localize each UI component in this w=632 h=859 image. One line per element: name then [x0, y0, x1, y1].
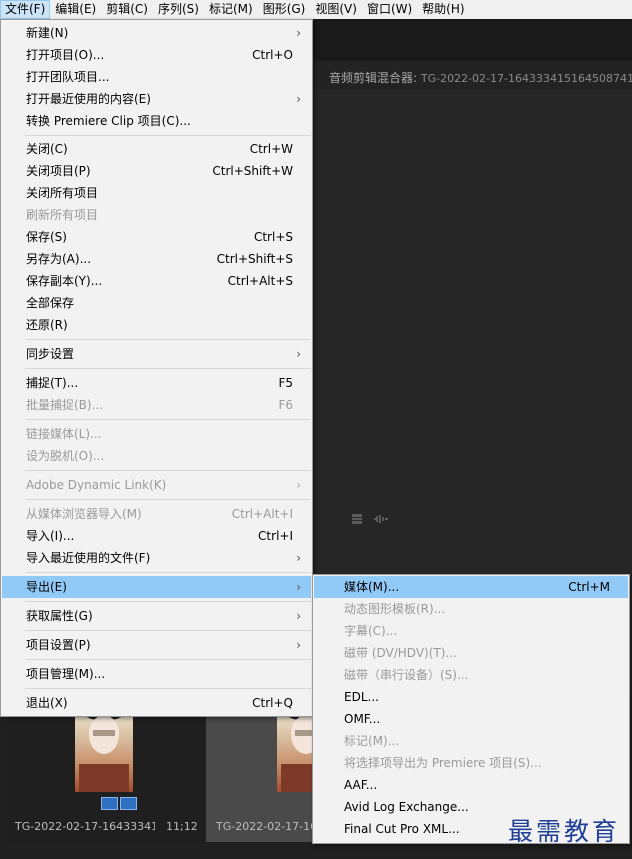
menu-item-import[interactable]: 导入(I)... Ctrl+I: [2, 525, 311, 547]
export-item-tape-serial: 磁带（串行设备）(S)...: [344, 668, 469, 682]
menu-separator: [25, 135, 311, 136]
menu-item-dynamic-link: Adobe Dynamic Link(K) ›: [2, 474, 311, 496]
mixer-title-label: 音频剪辑混合器:: [329, 71, 418, 85]
chevron-right-icon: ›: [296, 347, 301, 361]
menu-item-close-project[interactable]: 关闭项目(P) Ctrl+Shift+W: [2, 160, 311, 182]
mixer-sequence-name: TG-2022-02-17-164333415164508741430: [420, 72, 632, 85]
audio-badge-icon: [120, 797, 137, 810]
menu-item-revert[interactable]: 还原(R): [2, 314, 311, 336]
menu-separator: [25, 572, 311, 573]
menu-separator: [25, 601, 311, 602]
chevron-right-icon: ›: [296, 92, 301, 106]
clip-1-name: TG-2022-02-17-164333415...: [15, 820, 155, 833]
chevron-right-icon: ›: [296, 478, 301, 492]
menu-separator: [25, 339, 311, 340]
clip-1-duration: 11;12: [166, 820, 198, 833]
menu-item-open-project[interactable]: 打开项目(O)... Ctrl+O: [2, 44, 311, 66]
menu-item-batch-capture: 批量捕捉(B)... F6: [26, 398, 293, 412]
menu-separator: [25, 499, 311, 500]
clip-2-name: TG-2022-02-17-164: [216, 820, 312, 833]
export-item-omf[interactable]: OMF...: [314, 708, 628, 730]
menu-item-convert-clip[interactable]: 转换 Premiere Clip 项目(C)...: [2, 110, 311, 132]
export-submenu: 媒体(M)... Ctrl+M 动态图形模板(R)... 字幕(C)... 磁带 …: [312, 574, 630, 844]
menu-item-import-recent[interactable]: 导入最近使用的文件(F) ›: [2, 547, 311, 569]
menu-separator: [25, 368, 311, 369]
menu-item-exit[interactable]: 退出(X) Ctrl+Q: [2, 692, 311, 714]
waveform-icon[interactable]: [373, 513, 389, 525]
export-item-aaf[interactable]: AAF...: [314, 774, 628, 796]
panel-top-strip: [313, 19, 632, 61]
export-item-captions: 字幕(C)...: [344, 624, 398, 638]
chevron-right-icon: ›: [296, 638, 301, 652]
menu-help[interactable]: 帮助(H): [417, 0, 469, 19]
menu-file[interactable]: 文件(F): [0, 0, 51, 19]
chevron-right-icon: ›: [296, 580, 301, 594]
menu-item-refresh-all: 刷新所有项目: [26, 208, 99, 222]
chevron-right-icon: ›: [296, 551, 301, 565]
menu-item-save-all[interactable]: 全部保存: [2, 292, 311, 314]
menu-item-close-all[interactable]: 关闭所有项目: [2, 182, 311, 204]
menu-item-save[interactable]: 保存(S) Ctrl+S: [2, 226, 311, 248]
menu-item-save-copy[interactable]: 保存副本(Y)... Ctrl+Alt+S: [2, 270, 311, 292]
menu-sequence[interactable]: 序列(S): [153, 0, 204, 19]
menu-graphics[interactable]: 图形(G): [258, 0, 311, 19]
chevron-right-icon: ›: [296, 26, 301, 40]
menu-item-save-as[interactable]: 另存为(A)... Ctrl+Shift+S: [2, 248, 311, 270]
clip-1-badges: [101, 797, 137, 810]
chevron-right-icon: ›: [296, 609, 301, 623]
meter-icon[interactable]: [351, 513, 363, 525]
menu-view[interactable]: 视图(V): [310, 0, 362, 19]
menu-separator: [25, 630, 311, 631]
menu-separator: [25, 659, 311, 660]
menu-markers[interactable]: 标记(M): [204, 0, 258, 19]
export-item-selection-as-project: 将选择项导出为 Premiere 项目(S)...: [344, 756, 542, 770]
menu-item-project-settings[interactable]: 项目设置(P) ›: [2, 634, 311, 656]
menu-item-import-from-browser: 从媒体浏览器导入(M) Ctrl+Alt+I: [26, 507, 293, 521]
menu-separator: [25, 688, 311, 689]
menu-item-new[interactable]: 新建(N) ›: [2, 22, 311, 44]
menu-window[interactable]: 窗口(W): [362, 0, 417, 19]
menu-item-export[interactable]: 导出(E) ›: [2, 576, 311, 598]
export-item-media[interactable]: 媒体(M)... Ctrl+M: [314, 576, 628, 598]
menu-edit[interactable]: 编辑(E): [50, 0, 101, 19]
menu-item-open-recent[interactable]: 打开最近使用的内容(E) ›: [2, 88, 311, 110]
menu-bar: 文件(F) 编辑(E) 剪辑(C) 序列(S) 标记(M) 图形(G) 视图(V…: [0, 0, 632, 20]
audio-clip-mixer-header[interactable]: 音频剪辑混合器: TG-2022-02-17-16433341516450874…: [313, 61, 632, 90]
menu-item-get-properties[interactable]: 获取属性(G) ›: [2, 605, 311, 627]
watermark-logo: 最需教育: [508, 817, 621, 846]
menu-clip[interactable]: 剪辑(C): [101, 0, 153, 19]
export-item-edl[interactable]: EDL...: [314, 686, 628, 708]
menu-separator: [25, 470, 311, 471]
menu-item-project-manager[interactable]: 项目管理(M)...: [2, 663, 311, 685]
menu-item-capture[interactable]: 捕捉(T)... F5: [2, 372, 311, 394]
export-item-tape-dv-hdv: 磁带 (DV/HDV)(T)...: [344, 646, 457, 660]
export-item-markers: 标记(M)...: [344, 734, 400, 748]
menu-item-make-offline: 设为脱机(O)...: [26, 449, 105, 463]
menu-item-open-team-project[interactable]: 打开团队项目...: [2, 66, 311, 88]
audio-clip-mixer-title: 音频剪辑混合器: TG-2022-02-17-16433341516450874…: [329, 69, 632, 86]
video-badge-icon: [101, 797, 118, 810]
menu-separator: [25, 419, 311, 420]
export-item-motion-graphics-template: 动态图形模板(R)...: [344, 602, 446, 616]
menu-item-link-media: 链接媒体(L)...: [26, 427, 102, 441]
mixer-icons: [351, 513, 389, 525]
menu-item-sync-settings[interactable]: 同步设置 ›: [2, 343, 311, 365]
file-menu-dropdown: 新建(N) › 打开项目(O)... Ctrl+O 打开团队项目... 打开最近使用…: [0, 19, 313, 717]
menu-item-close[interactable]: 关闭(C) Ctrl+W: [2, 138, 311, 160]
